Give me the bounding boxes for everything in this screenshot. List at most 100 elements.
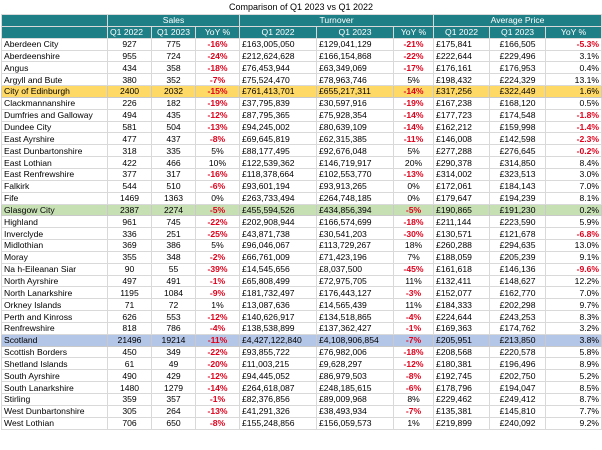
sub-header-sales-q1-2023: Q1 2023 — [151, 25, 196, 39]
price-yoy-cell: 9.7% — [545, 298, 602, 312]
group-header-average-price: Average Price — [433, 14, 602, 27]
table-row: West Dunbartonshire 305 264 -13% £41,291,326… — [1, 404, 602, 418]
sales-q1-2022-cell: 706 — [107, 416, 152, 430]
price-yoy-cell: 5.2% — [545, 369, 602, 383]
table-row: Inverclyde 336 251 -25% £43,871,738 £30,541,2… — [1, 227, 602, 241]
sales-q1-2023-cell: 466 — [151, 156, 196, 169]
sales-q1-2023-cell: 49 — [151, 357, 196, 371]
sales-yoy-cell: -24% — [194, 49, 241, 63]
turnover-yoy-cell: -1% — [393, 321, 435, 335]
turnover-q1-2022-cell: £11,003,215 — [239, 357, 318, 371]
sales-q1-2022-cell: 434 — [107, 61, 152, 75]
sales-q1-2022-cell: 369 — [107, 239, 152, 252]
price-q1-2023-cell: £121,678 — [489, 227, 547, 241]
sales-q1-2022-cell: 1480 — [107, 381, 152, 394]
price-q1-2022-cell: £172,061 — [433, 179, 491, 193]
turnover-q1-2023-cell: £78,963,746 — [316, 73, 395, 87]
price-yoy-cell: 9.2% — [545, 416, 602, 430]
turnover-q1-2022-cell: £66,761,009 — [239, 250, 318, 264]
price-q1-2022-cell: £132,411 — [433, 274, 491, 288]
price-q1-2023-cell: £249,412 — [489, 393, 547, 406]
turnover-yoy-cell: -11% — [393, 132, 435, 146]
price-q1-2023-cell: £314,850 — [489, 156, 547, 169]
sales-q1-2023-cell: 775 — [151, 37, 196, 51]
turnover-q1-2023-cell: £264,748,185 — [316, 191, 395, 205]
area-name-cell: Aberdeenshire — [1, 49, 108, 63]
price-q1-2023-cell: £224,329 — [489, 73, 547, 87]
table-row: Aberdeen City 927 775 -16% £163,005,050 £129,… — [1, 37, 602, 51]
sales-q1-2023-cell: 335 — [151, 144, 196, 158]
sales-yoy-cell: -22% — [194, 345, 241, 359]
turnover-yoy-cell: -19% — [393, 96, 435, 110]
sales-q1-2023-cell: 317 — [151, 167, 196, 181]
price-yoy-cell: 7.0% — [545, 179, 602, 193]
table-row: West Lothian 706 650 -8% £155,248,856 £156,05… — [1, 416, 602, 430]
turnover-q1-2023-cell: £434,856,394 — [316, 203, 395, 217]
price-yoy-cell: 8.5% — [545, 381, 602, 394]
turnover-q1-2023-cell: £92,676,048 — [316, 144, 395, 158]
price-yoy-cell: 8.3% — [545, 310, 602, 323]
turnover-q1-2022-cell: £75,524,470 — [239, 73, 318, 87]
turnover-yoy-cell: -8% — [393, 369, 435, 383]
sales-q1-2023-cell: 1279 — [151, 381, 196, 394]
sales-q1-2023-cell: 2032 — [151, 85, 196, 98]
price-q1-2023-cell: £220,578 — [489, 345, 547, 359]
price-yoy-cell: -2.3% — [545, 132, 602, 146]
sales-q1-2023-cell: 1084 — [151, 286, 196, 300]
sales-yoy-cell: -9% — [194, 286, 241, 300]
turnover-q1-2023-cell: £38,493,934 — [316, 404, 395, 418]
turnover-q1-2022-cell: £761,413,701 — [239, 85, 318, 98]
area-name-cell: Dumfries and Galloway — [1, 108, 108, 122]
sales-q1-2023-cell: 491 — [151, 274, 196, 288]
sales-q1-2022-cell: 336 — [107, 227, 152, 241]
sales-q1-2022-cell: 305 — [107, 404, 152, 418]
table-row: Scotland 21496 19214 -11% £4,427,122,840 £4,1… — [1, 333, 602, 347]
table-row: Shetland Islands 61 49 -20% £11,003,215 £9,62… — [1, 357, 602, 371]
turnover-q1-2023-cell: £63,349,069 — [316, 61, 395, 75]
price-yoy-cell: -0.2% — [545, 144, 602, 158]
sales-q1-2022-cell: 226 — [107, 96, 152, 110]
area-name-cell: Argyll and Bute — [1, 73, 108, 87]
sales-q1-2022-cell: 422 — [107, 156, 152, 169]
table-row: Aberdeenshire 955 724 -24% £212,624,628 £166,… — [1, 49, 602, 63]
sales-q1-2022-cell: 61 — [107, 357, 152, 371]
turnover-yoy-cell: 1% — [393, 416, 435, 430]
sales-q1-2023-cell: 2274 — [151, 203, 196, 217]
turnover-q1-2023-cell: £76,982,006 — [316, 345, 395, 359]
turnover-q1-2023-cell: £102,553,770 — [316, 167, 395, 181]
turnover-q1-2022-cell: £118,378,664 — [239, 167, 318, 181]
turnover-yoy-cell: -18% — [393, 345, 435, 359]
table-row: Scottish Borders 450 349 -22% £93,855,722 £76… — [1, 345, 602, 359]
turnover-q1-2022-cell: £41,291,326 — [239, 404, 318, 418]
sales-q1-2022-cell: 1195 — [107, 286, 152, 300]
area-name-cell: East Ayrshire — [1, 132, 108, 146]
area-name-cell: North Ayrshire — [1, 274, 108, 288]
sales-yoy-cell: -12% — [194, 310, 241, 323]
turnover-q1-2023-cell: £146,719,917 — [316, 156, 395, 169]
sales-yoy-cell: -2% — [194, 250, 241, 264]
area-name-cell: Shetland Islands — [1, 357, 108, 371]
sub-header-price-yoy: YoY % — [545, 25, 602, 39]
sales-q1-2023-cell: 55 — [151, 262, 196, 276]
sales-yoy-cell: -19% — [194, 96, 241, 110]
sales-q1-2023-cell: 182 — [151, 96, 196, 110]
table-row: City of Edinburgh 2400 2032 -15% £761,413,70… — [1, 85, 602, 98]
price-yoy-cell: 8.9% — [545, 357, 602, 371]
area-name-cell: West Dunbartonshire — [1, 404, 108, 418]
sales-yoy-cell: -14% — [194, 381, 241, 394]
price-q1-2022-cell: £130,571 — [433, 227, 491, 241]
price-q1-2022-cell: £162,212 — [433, 120, 491, 134]
turnover-yoy-cell: 5% — [393, 144, 435, 158]
price-q1-2022-cell: £184,333 — [433, 298, 491, 312]
price-yoy-cell: 8.7% — [545, 393, 602, 406]
turnover-q1-2022-cell: £94,445,052 — [239, 369, 318, 383]
turnover-q1-2022-cell: £82,376,856 — [239, 393, 318, 406]
turnover-yoy-cell: 5% — [393, 73, 435, 87]
table-row: East Lothian 422 466 10% £122,539,362 £146,71… — [1, 156, 602, 169]
sales-yoy-cell: -20% — [194, 357, 241, 371]
price-yoy-cell: 0.4% — [545, 61, 602, 75]
turnover-yoy-cell: -6% — [393, 381, 435, 394]
turnover-q1-2022-cell: £212,624,628 — [239, 49, 318, 63]
area-name-cell: North Lanarkshire — [1, 286, 108, 300]
sales-q1-2022-cell: 490 — [107, 369, 152, 383]
